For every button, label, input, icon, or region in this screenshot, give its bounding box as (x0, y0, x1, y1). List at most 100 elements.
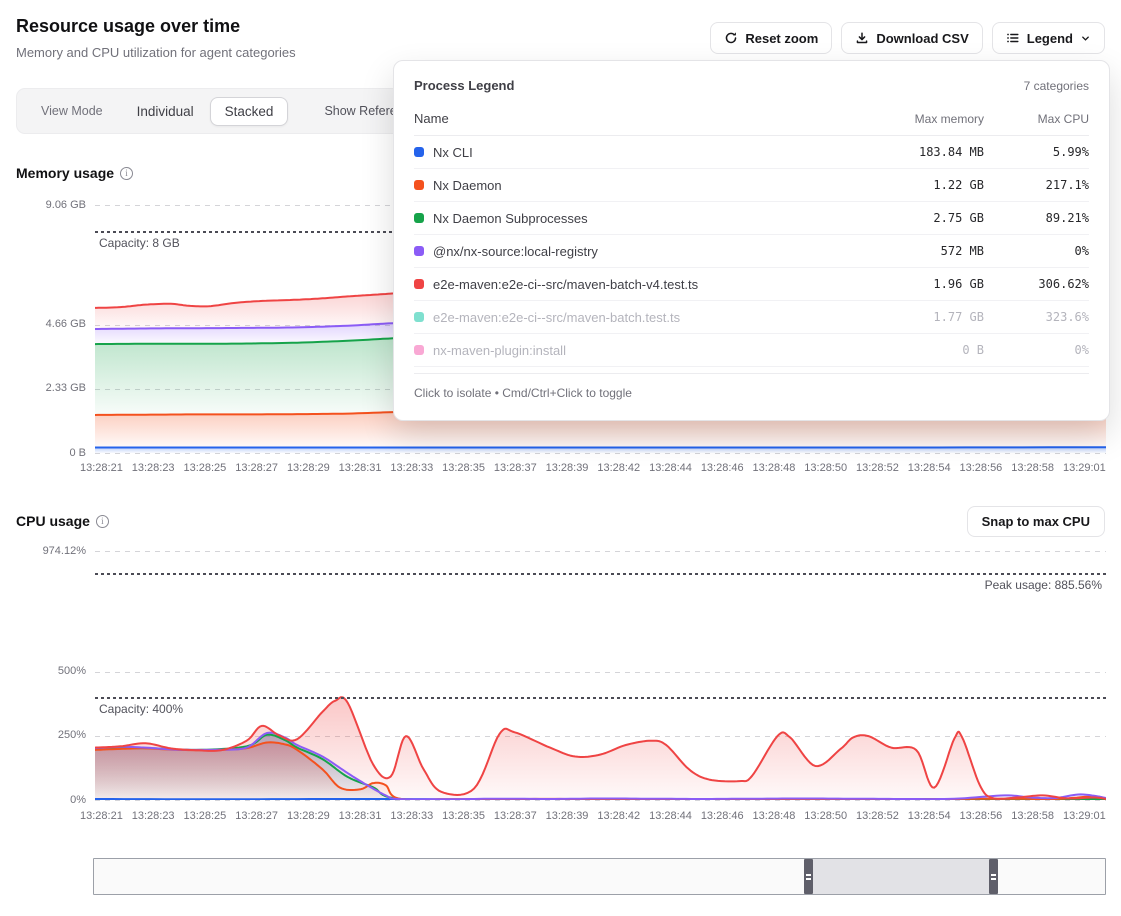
grip-line (806, 874, 811, 876)
snap-to-max-cpu-button[interactable]: Snap to max CPU (967, 506, 1105, 537)
x-tick-label: 13:28:46 (701, 810, 744, 822)
series-name: e2e-maven:e2e-ci--src/maven-batch.test.t… (433, 310, 680, 325)
x-tick-label: 13:28:46 (701, 462, 744, 474)
x-tick-label: 13:28:56 (959, 810, 1002, 822)
series-name: e2e-maven:e2e-ci--src/maven-batch-v4.tes… (433, 277, 698, 292)
legend-row-maven-batch-v4[interactable]: e2e-maven:e2e-ci--src/maven-batch-v4.tes… (414, 268, 1089, 301)
cpu-section-title: CPU usage i (16, 513, 109, 529)
memory-section-title: Memory usage i (16, 165, 133, 181)
legend-button-label: Legend (1027, 31, 1073, 46)
legend-row-nx-cli[interactable]: Nx CLI 183.84 MB 5.99% (414, 136, 1089, 169)
process-legend-panel: Process Legend 7 categories Name Max mem… (393, 60, 1110, 421)
x-tick-label: 13:28:58 (1011, 462, 1054, 474)
memory-ytick-2: 4.66 GB (11, 318, 86, 330)
x-tick-label: 13:28:58 (1011, 810, 1054, 822)
cpu-ytick-2: 500% (11, 665, 86, 677)
x-tick-label: 13:28:31 (339, 462, 382, 474)
download-icon (855, 31, 869, 45)
x-tick-label: 13:28:56 (959, 462, 1002, 474)
series-color-dot (414, 180, 424, 190)
x-tick-label: 13:28:42 (597, 810, 640, 822)
memory-x-axis: 13:28:2113:28:2313:28:2513:28:2713:28:29… (80, 462, 1106, 474)
series-color-dot (414, 246, 424, 256)
legend-panel-header: Process Legend 7 categories (414, 61, 1089, 105)
legend-row-maven-batch[interactable]: e2e-maven:e2e-ci--src/maven-batch.test.t… (414, 301, 1089, 334)
view-mode-stacked[interactable]: Stacked (210, 97, 289, 126)
series-max-memory: 0 B (869, 343, 984, 357)
time-range-brush[interactable] (93, 858, 1106, 895)
series-max-cpu: 306.62% (984, 277, 1089, 291)
series-max-memory: 1.96 GB (869, 277, 984, 291)
series-color-dot (414, 147, 424, 157)
cpu-capacity-label: Capacity: 400% (99, 702, 183, 716)
cpu-x-axis: 13:28:2113:28:2313:28:2513:28:2713:28:29… (80, 810, 1106, 822)
list-icon (1006, 31, 1020, 45)
series-color-dot (414, 312, 424, 322)
cpu-ytick-4: 0% (11, 794, 86, 806)
x-tick-label: 13:28:48 (753, 462, 796, 474)
x-tick-label: 13:28:52 (856, 462, 899, 474)
x-tick-label: 13:28:25 (183, 462, 226, 474)
grip-line (991, 878, 996, 880)
legend-row-nx-maven-plugin-install[interactable]: nx-maven-plugin:install 0 B 0% (414, 334, 1089, 367)
legend-row-nx-daemon-subprocesses[interactable]: Nx Daemon Subprocesses 2.75 GB 89.21% (414, 202, 1089, 235)
x-tick-label: 13:28:33 (390, 810, 433, 822)
series-max-memory: 1.77 GB (869, 310, 984, 324)
column-max-memory: Max memory (869, 112, 984, 126)
series-name: Nx CLI (433, 145, 473, 160)
x-tick-label: 13:28:50 (804, 462, 847, 474)
brush-handle-right[interactable] (989, 859, 998, 894)
column-name: Name (414, 111, 869, 126)
series-max-cpu: 323.6% (984, 310, 1089, 324)
cpu-chart-canvas[interactable] (95, 545, 1106, 800)
series-max-cpu: 89.21% (984, 211, 1089, 225)
x-tick-label: 13:28:37 (494, 462, 537, 474)
series-max-cpu: 217.1% (984, 178, 1089, 192)
x-tick-label: 13:28:35 (442, 810, 485, 822)
series-max-cpu: 0% (984, 343, 1089, 357)
x-tick-label: 13:28:37 (494, 810, 537, 822)
reset-zoom-button[interactable]: Reset zoom (710, 22, 832, 54)
view-mode-individual[interactable]: Individual (137, 104, 194, 119)
memory-info-icon[interactable]: i (120, 167, 133, 180)
x-tick-label: 13:28:39 (546, 810, 589, 822)
cpu-peak-label: Peak usage: 885.56% (985, 578, 1102, 592)
cpu-info-icon[interactable]: i (96, 515, 109, 528)
memory-gridline (95, 453, 1106, 454)
series-max-memory: 1.22 GB (869, 178, 984, 192)
legend-row-local-registry[interactable]: @nx/nx-source:local-registry 572 MB 0% (414, 235, 1089, 268)
x-tick-label: 13:28:21 (80, 462, 123, 474)
download-csv-button[interactable]: Download CSV (841, 22, 982, 54)
series-name: Nx Daemon (433, 178, 502, 193)
page-subtitle: Memory and CPU utilization for agent cat… (16, 45, 296, 60)
x-tick-label: 13:29:01 (1063, 462, 1106, 474)
x-tick-label: 13:28:29 (287, 810, 330, 822)
x-tick-label: 13:28:44 (649, 810, 692, 822)
cpu-peak-line (95, 573, 1106, 575)
column-max-cpu: Max CPU (984, 112, 1089, 126)
cpu-title-text: CPU usage (16, 513, 90, 529)
grip-line (806, 878, 811, 880)
legend-footer-hint: Click to isolate • Cmd/Ctrl+Click to tog… (414, 373, 1089, 400)
series-name: Nx Daemon Subprocesses (433, 211, 588, 226)
brush-handle-left[interactable] (804, 859, 813, 894)
cpu-ytick-3: 250% (11, 729, 86, 741)
memory-capacity-label: Capacity: 8 GB (99, 236, 180, 250)
legend-row-nx-daemon[interactable]: Nx Daemon 1.22 GB 217.1% (414, 169, 1089, 202)
x-tick-label: 13:28:42 (597, 462, 640, 474)
x-tick-label: 13:28:52 (856, 810, 899, 822)
memory-ytick-4: 0 B (11, 447, 86, 459)
x-tick-label: 13:28:54 (908, 810, 951, 822)
series-max-cpu: 0% (984, 244, 1089, 258)
x-tick-label: 13:28:27 (235, 810, 278, 822)
x-tick-label: 13:28:25 (183, 810, 226, 822)
x-tick-label: 13:28:44 (649, 462, 692, 474)
refresh-icon (724, 31, 738, 45)
legend-panel-title: Process Legend (414, 78, 514, 93)
grip-line (991, 874, 996, 876)
memory-title-text: Memory usage (16, 165, 114, 181)
header-actions: Reset zoom Download CSV Legend (710, 22, 1105, 54)
legend-dropdown-button[interactable]: Legend (992, 22, 1105, 54)
x-tick-label: 13:28:29 (287, 462, 330, 474)
brush-selection[interactable] (813, 859, 989, 894)
